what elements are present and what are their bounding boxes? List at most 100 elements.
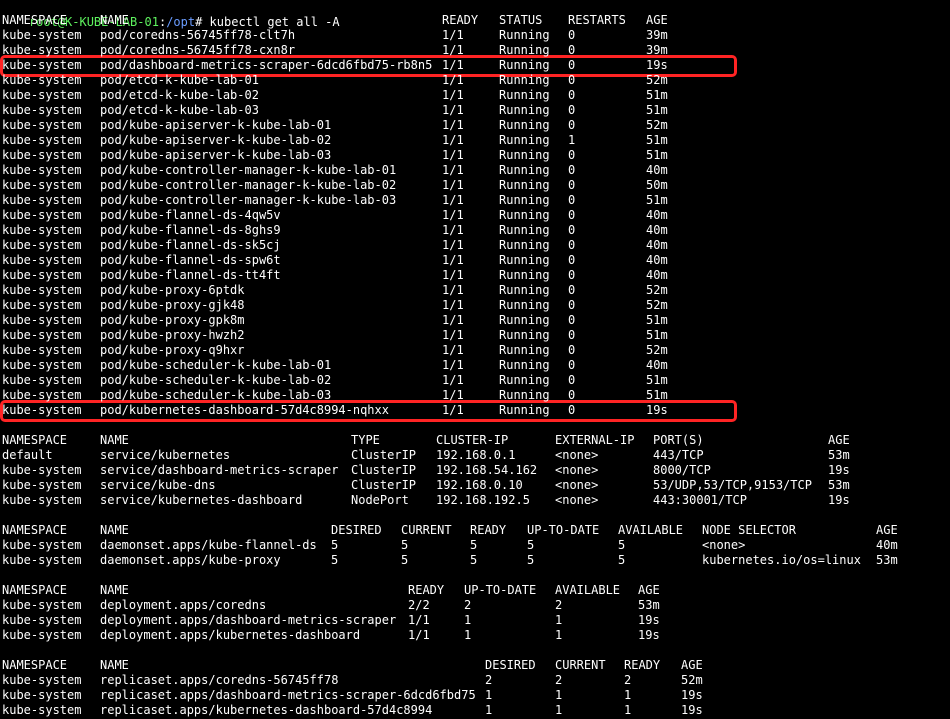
pods-cell: 0 [568,283,576,297]
pods-cell: pod/dashboard-metrics-scraper-6dcd6fbd75… [100,58,433,72]
services-cell: 192.168.0.10 [436,478,523,492]
daemonsets-cell: 53m [876,553,898,567]
daemonsets-cell: 5 [527,538,535,552]
pods-cell: kube-system [2,88,82,102]
pods-cell: 51m [646,133,668,147]
replicasets-column-header: AGE [681,658,703,672]
pods-cell: Running [499,223,550,237]
daemonsets-cell: 40m [876,538,898,552]
pods-cell: 0 [568,73,576,87]
pods-cell: 51m [646,328,668,342]
deployments-cell: 2 [555,598,563,612]
pods-cell: Running [499,28,550,42]
pods-cell: pod/kube-apiserver-k-kube-lab-03 [100,148,332,162]
pods-cell: 1 [568,133,576,147]
services-cell: 443:30001/TCP [653,493,747,507]
pods-cell: 0 [568,373,576,387]
deployments-column-header: READY [408,583,445,597]
pods-cell: 40m [646,358,668,372]
services-cell: 8000/TCP [653,463,711,477]
pods-cell: pod/kube-flannel-ds-sk5cj [100,238,281,252]
deployments-cell: 1 [464,628,472,642]
pods-cell: 1/1 [442,133,464,147]
pods-cell: kube-system [2,313,82,327]
deployments-column-header: NAMESPACE [2,583,68,597]
services-column-header: AGE [828,433,850,447]
replicasets-cell: 1 [555,703,563,717]
deployments-cell: 19s [638,613,660,627]
services-cell: 53/UDP,53/TCP,9153/TCP [653,478,812,492]
replicasets-cell: 52m [681,673,703,687]
services-cell: 19s [828,493,850,507]
deployments-cell: deployment.apps/coredns [100,598,267,612]
pods-cell: kube-system [2,103,82,117]
command-text[interactable]: kubectl get all -A [210,15,340,29]
daemonsets-column-header: UP-TO-DATE [527,523,600,537]
daemonsets-cell: kube-system [2,553,82,567]
deployments-cell: kube-system [2,598,82,612]
pods-cell: Running [499,73,550,87]
services-cell: service/dashboard-metrics-scraper [100,463,339,477]
services-cell: 443/TCP [653,448,704,462]
pods-cell: 40m [646,208,668,222]
pods-cell: 1/1 [442,223,464,237]
pods-cell: 52m [646,298,668,312]
daemonsets-cell: 5 [470,553,478,567]
pods-cell: Running [499,313,550,327]
replicasets-cell: 1 [624,703,632,717]
pods-cell: 0 [568,298,576,312]
pods-cell: Running [499,373,550,387]
services-cell: service/kube-dns [100,478,216,492]
pods-cell: kube-system [2,193,82,207]
daemonsets-column-header: AGE [876,523,898,537]
pods-cell: kube-system [2,283,82,297]
pods-cell: pod/kube-scheduler-k-kube-lab-03 [100,388,332,402]
pods-cell: 19s [646,403,668,417]
services-cell: 192.168.54.162 [436,463,538,477]
pods-cell: kube-system [2,223,82,237]
services-cell: 53m [828,478,850,492]
pods-cell: 51m [646,373,668,387]
pods-cell: Running [499,298,550,312]
pods-cell: pod/etcd-k-kube-lab-01 [100,73,259,87]
pods-cell: 1/1 [442,208,464,222]
daemonsets-cell: 5 [401,538,409,552]
pods-cell: 1/1 [442,388,464,402]
deployments-cell: kube-system [2,613,82,627]
services-cell: default [2,448,53,462]
services-cell: <none> [555,493,599,507]
daemonsets-column-header: NODE SELECTOR [702,523,796,537]
pods-cell: 0 [568,388,576,402]
pods-cell: 1/1 [442,73,464,87]
pods-cell: pod/kube-flannel-ds-8ghs9 [100,223,281,237]
deployments-cell: 1/1 [408,613,430,627]
pods-cell: 1/1 [442,268,464,282]
services-column-header: TYPE [351,433,380,447]
deployments-cell: 53m [638,598,660,612]
daemonsets-cell: daemonset.apps/kube-proxy [100,553,281,567]
pods-cell: pod/kube-proxy-q9hxr [100,343,245,357]
pods-cell: 52m [646,343,668,357]
pods-cell: pod/coredns-56745ff78-clt7h [100,28,296,42]
pods-cell: Running [499,208,550,222]
pods-cell: 1/1 [442,28,464,42]
services-cell: 192.168.0.1 [436,448,516,462]
services-column-header: NAMESPACE [2,433,68,447]
deployments-cell: 19s [638,628,660,642]
prompt-symbol: # [195,15,210,29]
daemonsets-cell: 5 [618,538,626,552]
pods-cell: 19s [646,58,668,72]
pods-cell: 1/1 [442,238,464,252]
replicasets-column-header: CURRENT [555,658,606,672]
pods-cell: Running [499,118,550,132]
pods-cell: 1/1 [442,283,464,297]
pods-cell: kube-system [2,43,82,57]
pods-cell: kube-system [2,343,82,357]
pods-cell: Running [499,193,550,207]
replicasets-cell: 1 [624,688,632,702]
pods-cell: 1/1 [442,163,464,177]
services-cell: kube-system [2,493,82,507]
daemonsets-column-header: READY [470,523,507,537]
replicasets-cell: kube-system [2,703,82,717]
pods-cell: 51m [646,88,668,102]
